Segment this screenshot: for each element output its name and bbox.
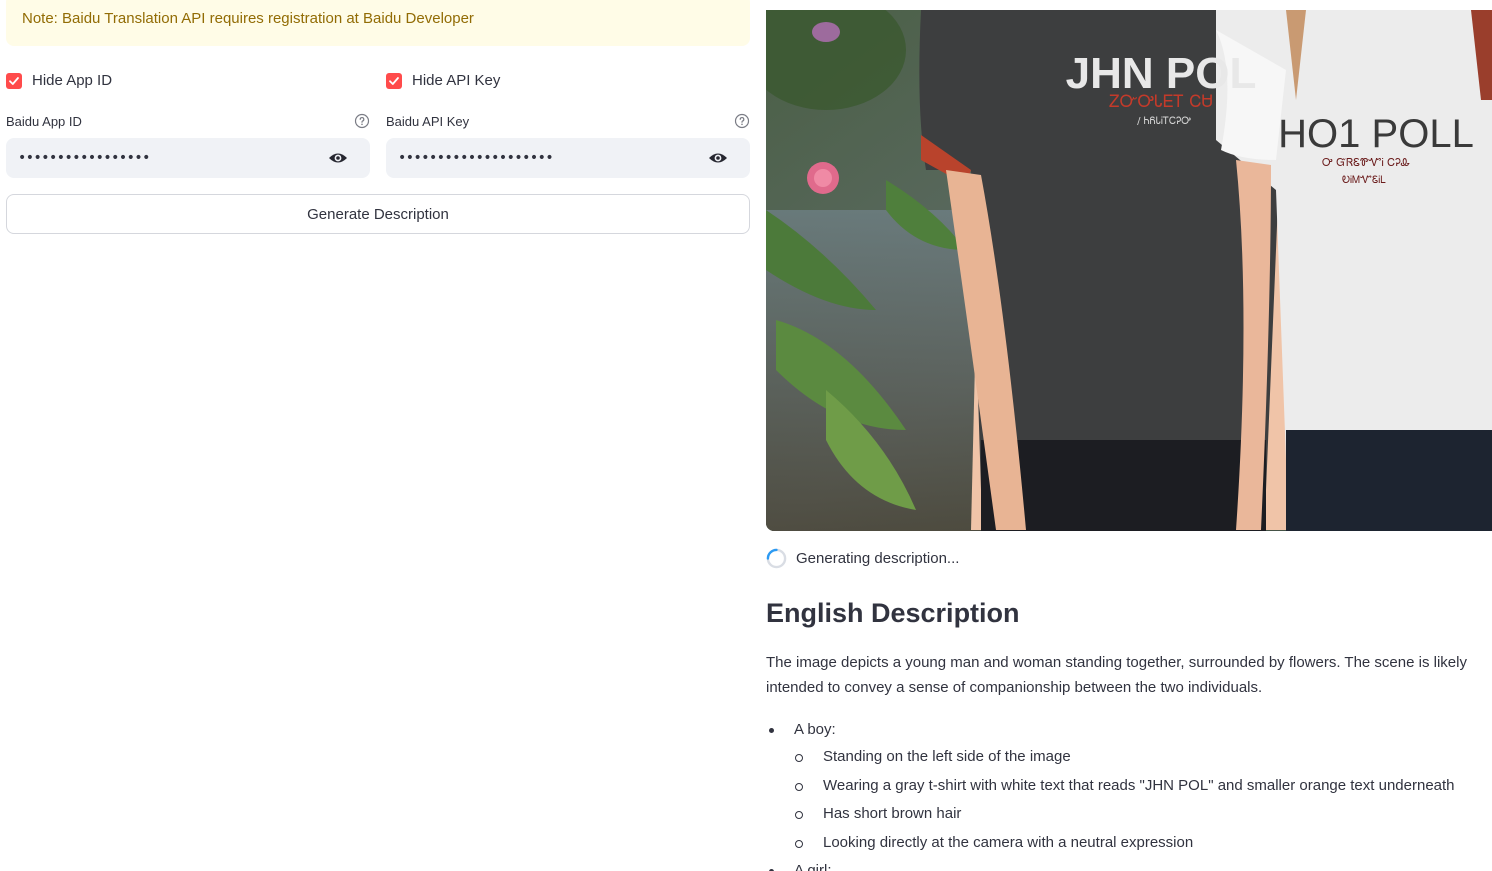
help-circle-icon[interactable] bbox=[354, 113, 370, 129]
list-item: Wearing a gray t-shirt with white text t… bbox=[766, 772, 1492, 801]
eye-icon[interactable] bbox=[708, 149, 728, 167]
app-id-value[interactable]: ••••••••••••••••• bbox=[18, 150, 150, 166]
uploaded-image: JHN POL ᏃᏅᎤᏓᎬᎢ ᏟᏌ / ᏂᏲᏓᎥᎢᏟᎮᎤ HO1 POLL Ꭴ … bbox=[766, 10, 1492, 531]
checkbox-label: Hide API Key bbox=[412, 72, 501, 89]
hide-api-key-checkbox[interactable]: Hide API Key bbox=[386, 72, 500, 89]
api-key-label: Baidu API Key bbox=[386, 114, 470, 129]
list-item: Looking directly at the camera with a ne… bbox=[766, 829, 1492, 858]
result-panel: JHN POL ᏃᏅᎤᏓᎬᎢ ᏟᏌ / ᏂᏲᏓᎥᎢᏟᎮᎤ HO1 POLL Ꭴ … bbox=[766, 0, 1492, 871]
list-item: Has short brown hair bbox=[766, 800, 1492, 829]
list-item: A boy: bbox=[766, 717, 1492, 743]
help-circle-icon[interactable] bbox=[734, 113, 750, 129]
api-key-password-input[interactable]: •••••••••••••••••••• bbox=[386, 138, 750, 178]
loading-spinner-icon bbox=[766, 548, 787, 569]
hide-app-id-checkbox[interactable]: Hide App ID bbox=[6, 72, 112, 89]
checkbox-checked-icon[interactable] bbox=[386, 72, 402, 89]
checkbox-label: Hide App ID bbox=[32, 72, 113, 89]
generate-description-button[interactable]: Generate Description bbox=[6, 194, 750, 234]
status-row: Generating description... bbox=[766, 548, 959, 569]
list-item: Standing on the left side of the image bbox=[766, 743, 1492, 772]
app-id-password-input[interactable]: ••••••••••••••••• bbox=[6, 138, 370, 178]
shirt-subtext-left: ᏃᏅᎤᏓᎬᎢ ᏟᏌ bbox=[1109, 92, 1213, 112]
checkbox-checked-icon[interactable] bbox=[6, 72, 22, 89]
shirt-sub1-right: Ꭴ ᏳᏒᏋᏈᏉᎥ ᏟᎮᎲ bbox=[1322, 156, 1410, 169]
description-paragraph: The image depicts a young man and woman … bbox=[766, 654, 1467, 696]
api-key-value[interactable]: •••••••••••••••••••• bbox=[398, 150, 554, 166]
shirt-text-left: JHN POL bbox=[1066, 49, 1257, 98]
shirt-text-right: HO1 POLL bbox=[1278, 112, 1474, 156]
eye-icon[interactable] bbox=[328, 149, 348, 167]
app-id-label: Baidu App ID bbox=[6, 114, 82, 129]
shirt-sub2-right: ᎧᎥᎷᏉᏋᎥᏞ bbox=[1342, 175, 1386, 186]
status-text: Generating description... bbox=[796, 550, 960, 567]
description-list: A boy: Standing on the left side of the … bbox=[766, 717, 1492, 871]
shirt-small-left: / ᏂᏲᏓᎥᎢᏟᎮᎤ bbox=[1137, 116, 1191, 127]
list-item: A girl: bbox=[766, 858, 1492, 871]
description-heading: English Description bbox=[766, 598, 1020, 628]
info-note: Note: Baidu Translation API requires reg… bbox=[6, 0, 750, 46]
